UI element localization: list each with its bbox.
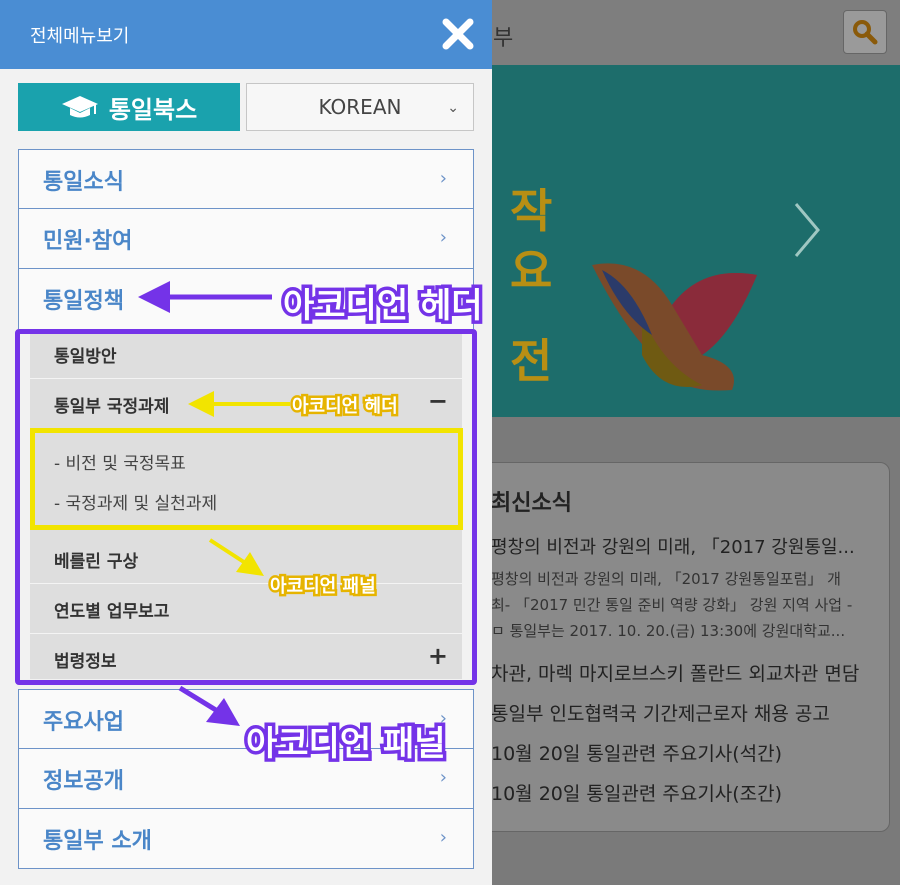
language-value: KOREAN xyxy=(318,95,402,119)
menu-item-label: 주요사업 xyxy=(43,710,124,735)
news-summary-line: 최- 「2017 민간 통일 준비 역량 강화」 강원 지역 사업 - xyxy=(491,596,853,614)
news-title: 최신소식 xyxy=(491,491,572,516)
menu-item-about[interactable]: 통일부 소개 › xyxy=(18,809,474,869)
banner-text: 요 xyxy=(510,244,553,298)
books-button[interactable]: 통일북스 xyxy=(18,83,240,131)
search-icon xyxy=(853,20,878,45)
annotation-label: 아코디언 패널 xyxy=(243,721,450,768)
menu-item-label: 정보공개 xyxy=(43,769,124,794)
chevron-right-icon: › xyxy=(439,227,447,248)
menu-item-news[interactable]: 통일소식 › xyxy=(18,149,474,209)
drawer-header: 전체메뉴보기 xyxy=(0,0,492,69)
news-summary-line: ㅁ 통일부는 2017. 10. 20.(금) 13:30에 강원대학교... xyxy=(491,622,846,640)
annotation-label: 아코디언 패널 xyxy=(268,574,379,600)
menu-item-civil[interactable]: 민원·참여 › xyxy=(18,209,474,269)
annotation-label: 아코디언 헤더 xyxy=(290,394,401,420)
news-list-item[interactable]: 10월 20일 통일관련 주요기사(석간) xyxy=(491,739,782,766)
background-header-text: 부 xyxy=(493,26,514,51)
news-headline[interactable]: 평창의 비전과 강원의 미래, 「2017 강원통일... xyxy=(491,533,855,559)
bird-illustration xyxy=(592,263,757,391)
news-list-item[interactable]: 10월 20일 통일관련 주요기사(조간) xyxy=(491,779,782,806)
annotation-label: 아코디언 헤더 xyxy=(280,283,487,330)
menu-item-label: 통일정책 xyxy=(43,289,124,314)
background-header xyxy=(492,0,900,65)
drawer-title: 전체메뉴보기 xyxy=(30,26,130,47)
annotation-panel-box xyxy=(30,428,463,530)
language-select[interactable]: KOREAN ⌄ xyxy=(246,83,474,131)
chevron-right-icon: › xyxy=(439,168,447,189)
menu-item-label: 민원·참여 xyxy=(43,229,133,254)
close-icon[interactable] xyxy=(440,16,476,52)
graduation-cap-icon xyxy=(61,96,98,118)
banner-text: 작 xyxy=(510,184,553,238)
news-card: 최신소식 평창의 비전과 강원의 미래, 「2017 강원통일... 평창의 비… xyxy=(470,462,890,832)
hero-banner: 작 요 전 xyxy=(492,65,900,417)
drawer-toolbar: 통일북스 KOREAN ⌄ xyxy=(18,83,474,131)
search-button[interactable] xyxy=(843,10,887,54)
news-list-item[interactable]: 통일부 인도협력국 기간제근로자 채용 공고 xyxy=(491,699,830,726)
menu-item-label: 통일부 소개 xyxy=(43,829,152,854)
books-label: 통일북스 xyxy=(108,95,198,124)
chevron-right-icon: › xyxy=(439,767,447,788)
chevron-right-icon: › xyxy=(439,827,447,848)
news-summary-line: 평창의 비전과 강원의 미래, 「2017 강원통일포럼」 개 xyxy=(491,570,841,588)
menu-item-label: 통일소식 xyxy=(43,170,124,195)
next-slide-icon[interactable] xyxy=(792,200,822,260)
banner-text: 전 xyxy=(510,334,553,388)
chevron-down-icon: ⌄ xyxy=(447,100,459,116)
news-list-item[interactable]: 차관, 마렉 마지로브스키 폴란드 외교차관 면담 xyxy=(491,659,859,686)
